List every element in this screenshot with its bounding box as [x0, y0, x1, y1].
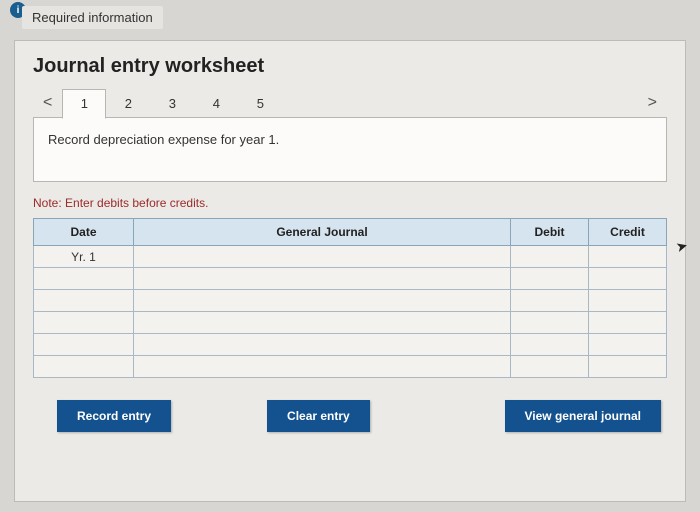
cell-credit[interactable]: [589, 312, 667, 334]
cell-credit[interactable]: [589, 246, 667, 268]
cell-date[interactable]: [34, 268, 134, 290]
table-row: [34, 334, 667, 356]
cell-gj[interactable]: [134, 356, 511, 378]
cell-credit[interactable]: [589, 334, 667, 356]
clear-entry-button[interactable]: Clear entry: [267, 400, 370, 432]
cell-debit[interactable]: [511, 334, 589, 356]
chevron-left-icon[interactable]: <: [33, 88, 62, 118]
cell-credit[interactable]: [589, 290, 667, 312]
instruction-box: Record depreciation expense for year 1.: [33, 117, 667, 182]
cell-gj[interactable]: [134, 334, 511, 356]
page-title: Journal entry worksheet: [33, 55, 667, 78]
cell-credit[interactable]: [589, 268, 667, 290]
chevron-right-icon[interactable]: >: [638, 88, 667, 118]
cell-credit[interactable]: [589, 356, 667, 378]
cell-debit[interactable]: [511, 268, 589, 290]
table-row: Yr. 1: [34, 246, 667, 268]
tab-4[interactable]: 4: [194, 88, 238, 118]
cell-date[interactable]: [34, 356, 134, 378]
cell-gj[interactable]: [134, 290, 511, 312]
cell-debit[interactable]: [511, 312, 589, 334]
tab-3[interactable]: 3: [150, 88, 194, 118]
col-header-general-journal: General Journal: [134, 219, 511, 246]
table-row: [34, 290, 667, 312]
cell-debit[interactable]: [511, 356, 589, 378]
col-header-date: Date: [34, 219, 134, 246]
cell-debit[interactable]: [511, 246, 589, 268]
cell-date[interactable]: [34, 334, 134, 356]
record-entry-button[interactable]: Record entry: [57, 400, 171, 432]
journal-table: Date General Journal Debit Credit Yr. 1: [33, 218, 667, 378]
instruction-text: Record depreciation expense for year 1.: [48, 132, 279, 147]
table-row: [34, 356, 667, 378]
button-row: Record entry Clear entry View general jo…: [33, 400, 667, 432]
cell-gj[interactable]: [134, 246, 511, 268]
col-header-credit: Credit: [589, 219, 667, 246]
cell-gj[interactable]: [134, 268, 511, 290]
cell-date[interactable]: [34, 312, 134, 334]
cursor-icon: ➤: [674, 237, 690, 256]
col-header-debit: Debit: [511, 219, 589, 246]
cell-gj[interactable]: [134, 312, 511, 334]
tab-2[interactable]: 2: [106, 88, 150, 118]
cell-date[interactable]: Yr. 1: [34, 246, 134, 268]
view-general-journal-button[interactable]: View general journal: [505, 400, 661, 432]
tab-1[interactable]: 1: [62, 89, 106, 119]
tabs-row: < 1 2 3 4 5 >: [33, 88, 667, 118]
tab-5[interactable]: 5: [238, 88, 282, 118]
table-row: [34, 268, 667, 290]
note-text: Note: Enter debits before credits.: [33, 196, 667, 210]
table-row: [34, 312, 667, 334]
cell-debit[interactable]: [511, 290, 589, 312]
worksheet-panel: Journal entry worksheet < 1 2 3 4 5 > Re…: [14, 40, 686, 502]
required-information-pill[interactable]: Required information: [22, 6, 163, 29]
cell-date[interactable]: [34, 290, 134, 312]
